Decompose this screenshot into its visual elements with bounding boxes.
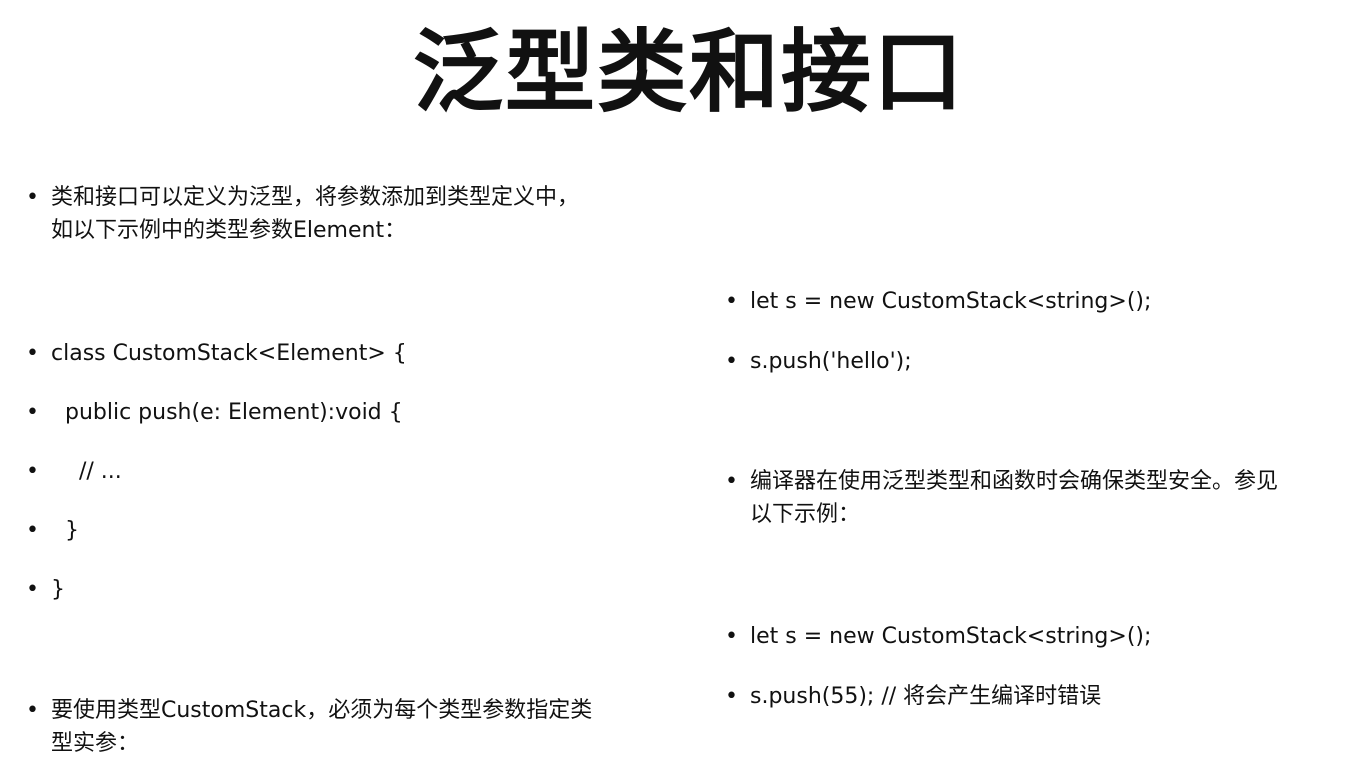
bullet-dot: • — [725, 289, 738, 314]
bullet-text-line-2: 以下示例： — [750, 502, 861, 527]
bullet-text-line-2: 型实参： — [51, 731, 140, 756]
slide-title: 泛型类和接口 — [413, 20, 965, 125]
code-line: let s = new CustomStack<string>(); — [750, 624, 1152, 649]
code-line: public push(e: Element):void { — [51, 400, 403, 425]
code-line: // ... — [51, 459, 122, 484]
bullet-dot: • — [725, 624, 738, 649]
code-line: } — [51, 518, 79, 543]
bullet-dot: • — [725, 349, 738, 374]
code-line: let s = new CustomStack<string>(); — [750, 289, 1152, 314]
bullet-dot: • — [26, 341, 39, 366]
bullet-dot: • — [26, 518, 39, 543]
bullet-dot: • — [26, 400, 39, 425]
bullet-text-line-1: 类和接口可以定义为泛型，将参数添加到类型定义中， — [51, 185, 580, 210]
code-line: } — [51, 577, 65, 602]
code-line: class CustomStack<Element> { — [51, 341, 407, 366]
code-line: s.push(55); // 将会产生编译时错误 — [750, 684, 1102, 709]
bullet-text-line-2: 如以下示例中的类型参数Element： — [51, 218, 407, 243]
bullet-dot: • — [26, 698, 39, 723]
bullet-text-line-1: 编译器在使用泛型类型和函数时会确保类型安全。参见 — [750, 469, 1279, 494]
bullet-dot: • — [26, 459, 39, 484]
code-line: s.push('hello'); — [750, 349, 912, 374]
bullet-dot: • — [725, 684, 738, 709]
bullet-text-line-1: 要使用类型CustomStack，必须为每个类型参数指定类 — [51, 698, 593, 723]
bullet-dot: • — [725, 469, 738, 494]
bullet-dot: • — [26, 185, 39, 210]
bullet-dot: • — [26, 577, 39, 602]
